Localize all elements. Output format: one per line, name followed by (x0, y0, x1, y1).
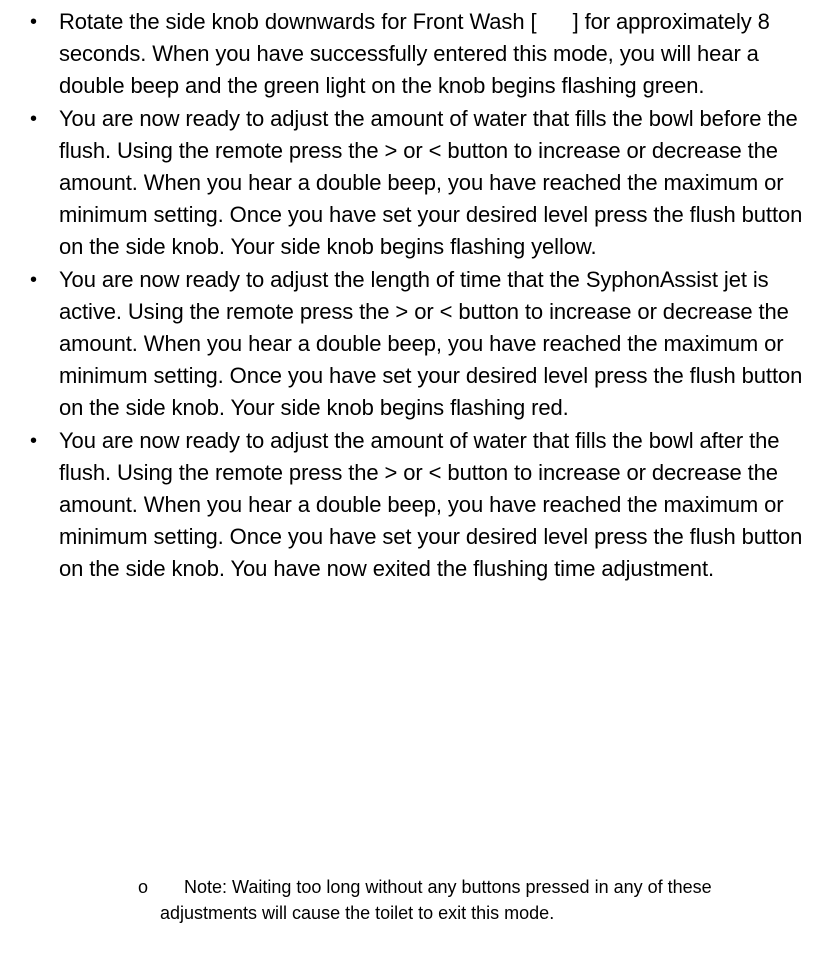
sub-bullet-icon: o (138, 877, 149, 897)
list-item-text: You are now ready to adjust the amount o… (59, 105, 803, 260)
list-item-text: You are now ready to adjust the amount o… (59, 427, 803, 582)
list-item: • Rotate the side knob downwards for Fro… (0, 6, 823, 103)
bullet-icon: • (30, 429, 37, 452)
list-item: • You are now ready to adjust the amount… (0, 425, 823, 586)
document-page: • Rotate the side knob downwards for Fro… (0, 0, 823, 953)
instruction-list: • Rotate the side knob downwards for Fro… (0, 6, 823, 586)
list-item-text: You are now ready to adjust the length o… (59, 266, 803, 421)
bullet-icon: • (30, 268, 37, 291)
bullet-icon: • (30, 11, 37, 33)
bullet-icon: • (30, 107, 37, 130)
list-item: • You are now ready to adjust the amount… (0, 103, 823, 264)
note-text: Note: Waiting too long without any butto… (160, 877, 712, 923)
list-item-text: Rotate the side knob downwards for Front… (59, 9, 776, 99)
note-block: o Note: Waiting too long without any but… (138, 874, 810, 926)
list-item: • You are now ready to adjust the length… (0, 264, 823, 425)
